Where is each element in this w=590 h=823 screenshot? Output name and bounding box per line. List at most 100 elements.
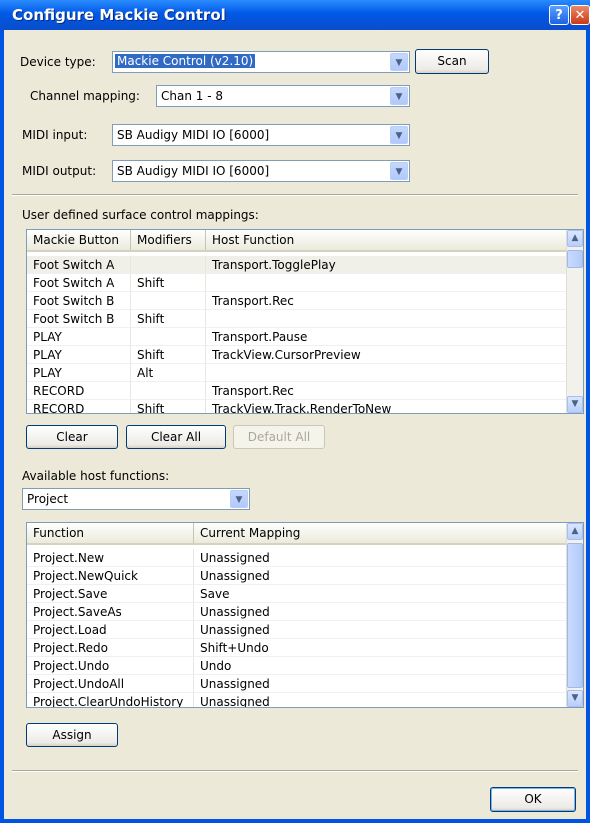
table-row[interactable]: RECORD Shift TrackView.Track.RenderToNew	[27, 400, 567, 413]
function-cell: Project.Save	[27, 585, 194, 603]
current-mapping-cell: Unassigned	[194, 549, 567, 567]
mappings-scrollbar[interactable]: ▲ ▼	[566, 230, 583, 413]
table-row[interactable]: PLAY Shift TrackView.CursorPreview	[27, 346, 567, 364]
host-functions-scrollbar[interactable]: ▲ ▼	[566, 523, 583, 707]
modifiers-cell	[131, 328, 206, 346]
list-item[interactable]: Project.NewQuick Unassigned	[27, 567, 567, 585]
host-function-cell	[206, 310, 567, 328]
midi-output-select[interactable]: SB Audigy MIDI IO [6000] ▼	[112, 160, 410, 182]
scrollbar-thumb[interactable]	[567, 543, 583, 688]
modifiers-cell: Alt	[131, 364, 206, 382]
midi-input-value: SB Audigy MIDI IO [6000]	[117, 128, 270, 142]
current-mapping-cell: Unassigned	[194, 675, 567, 693]
table-row[interactable]: Foot Switch A Transport.TogglePlay	[27, 256, 567, 274]
host-function-cell: TrackView.Track.RenderToNew	[206, 400, 567, 413]
arrow-up-icon[interactable]: ▲	[567, 230, 583, 247]
host-function-cell: Transport.TogglePlay	[206, 256, 567, 274]
function-cell: Project.ClearUndoHistory	[27, 693, 194, 707]
current-mapping-cell: Unassigned	[194, 603, 567, 621]
chevron-down-icon[interactable]: ▼	[230, 490, 248, 508]
dialog-window: Configure Mackie Control ? ✕ Device type…	[0, 0, 590, 823]
mappings-list[interactable]: Mackie Button Modifiers Host Function Fo…	[26, 229, 584, 414]
list-item[interactable]: Project.Redo Shift+Undo	[27, 639, 567, 657]
modifiers-cell: Shift	[131, 310, 206, 328]
list-item[interactable]: Project.Load Unassigned	[27, 621, 567, 639]
mackie-button-cell: Foot Switch A	[27, 274, 131, 292]
default-all-button[interactable]: Default All	[233, 425, 325, 449]
list-item[interactable]: Project.SaveAs Unassigned	[27, 603, 567, 621]
host-function-cell: TrackView.CursorPreview	[206, 346, 567, 364]
arrow-up-icon[interactable]: ▲	[567, 523, 583, 540]
mackie-button-cell: PLAY	[27, 346, 131, 364]
list-item[interactable]: Project.Save Save	[27, 585, 567, 603]
host-function-cell: Transport.Rec	[206, 382, 567, 400]
help-button[interactable]: ?	[549, 5, 569, 25]
host-function-category-select[interactable]: Project ▼	[22, 488, 250, 510]
current-mapping-cell: Unassigned	[194, 693, 567, 707]
function-cell: Project.Undo	[27, 657, 194, 675]
host-functions-list[interactable]: Function Current Mapping Project.New Una…	[26, 522, 584, 708]
table-row[interactable]: Foot Switch B Transport.Rec	[27, 292, 567, 310]
mappings-label: User defined surface control mappings:	[22, 208, 259, 222]
close-button[interactable]: ✕	[570, 5, 590, 25]
clear-all-button[interactable]: Clear All	[126, 425, 226, 449]
chevron-down-icon[interactable]: ▼	[390, 162, 408, 180]
function-cell: Project.Redo	[27, 639, 194, 657]
column-modifiers[interactable]: Modifiers	[131, 230, 206, 250]
list-item[interactable]: Project.UndoAll Unassigned	[27, 675, 567, 693]
column-current-mapping[interactable]: Current Mapping	[194, 523, 567, 543]
modifiers-cell: Shift	[131, 346, 206, 364]
column-function[interactable]: Function	[27, 523, 194, 543]
channel-mapping-select[interactable]: Chan 1 - 8 ▼	[156, 85, 410, 107]
list-item[interactable]: Project.New Unassigned	[27, 549, 567, 567]
modifiers-cell	[131, 382, 206, 400]
clear-button[interactable]: Clear	[26, 425, 118, 449]
ok-button[interactable]: OK	[490, 787, 576, 812]
host-function-cell	[206, 364, 567, 382]
title-bar[interactable]: Configure Mackie Control ? ✕	[0, 0, 590, 30]
channel-mapping-label: Channel mapping:	[30, 89, 140, 103]
function-cell: Project.Load	[27, 621, 194, 639]
column-mackie-button[interactable]: Mackie Button	[27, 230, 131, 250]
table-row[interactable]: Foot Switch B Shift	[27, 310, 567, 328]
host-function-category-value: Project	[27, 492, 69, 506]
function-cell: Project.SaveAs	[27, 603, 194, 621]
table-row[interactable]: PLAY Alt	[27, 364, 567, 382]
chevron-down-icon[interactable]: ▼	[390, 53, 408, 71]
scan-button[interactable]: Scan	[415, 49, 489, 74]
divider	[12, 770, 578, 772]
mappings-list-header: Mackie Button Modifiers Host Function	[27, 230, 567, 252]
arrow-down-icon[interactable]: ▼	[567, 690, 583, 707]
list-item[interactable]: Project.ClearUndoHistory Unassigned	[27, 693, 567, 707]
list-item[interactable]: Project.Undo Undo	[27, 657, 567, 675]
current-mapping-cell: Unassigned	[194, 567, 567, 585]
function-cell: Project.NewQuick	[27, 567, 194, 585]
current-mapping-cell: Save	[194, 585, 567, 603]
function-cell: Project.UndoAll	[27, 675, 194, 693]
midi-input-select[interactable]: SB Audigy MIDI IO [6000] ▼	[112, 124, 410, 146]
current-mapping-cell: Unassigned	[194, 621, 567, 639]
table-row[interactable]: PLAY Transport.Pause	[27, 328, 567, 346]
modifiers-cell	[131, 256, 206, 274]
modifiers-cell: Shift	[131, 400, 206, 413]
assign-button[interactable]: Assign	[26, 723, 118, 747]
mackie-button-cell: RECORD	[27, 382, 131, 400]
device-type-select[interactable]: Mackie Control (v2.10) ▼	[112, 51, 410, 73]
midi-input-label: MIDI input:	[22, 128, 88, 142]
midi-output-label: MIDI output:	[22, 164, 97, 178]
scrollbar-thumb[interactable]	[567, 250, 583, 268]
chevron-down-icon[interactable]: ▼	[390, 87, 408, 105]
mackie-button-cell: RECORD	[27, 400, 131, 413]
channel-mapping-value: Chan 1 - 8	[161, 89, 223, 103]
divider	[12, 194, 578, 196]
arrow-down-icon[interactable]: ▼	[567, 396, 583, 413]
current-mapping-cell: Undo	[194, 657, 567, 675]
table-row[interactable]: Foot Switch A Shift	[27, 274, 567, 292]
table-row[interactable]: RECORD Transport.Rec	[27, 382, 567, 400]
mackie-button-cell: Foot Switch B	[27, 310, 131, 328]
device-type-value: Mackie Control (v2.10)	[115, 54, 256, 68]
chevron-down-icon[interactable]: ▼	[390, 126, 408, 144]
column-host-function[interactable]: Host Function	[206, 230, 567, 250]
host-function-cell	[206, 274, 567, 292]
function-cell: Project.New	[27, 549, 194, 567]
